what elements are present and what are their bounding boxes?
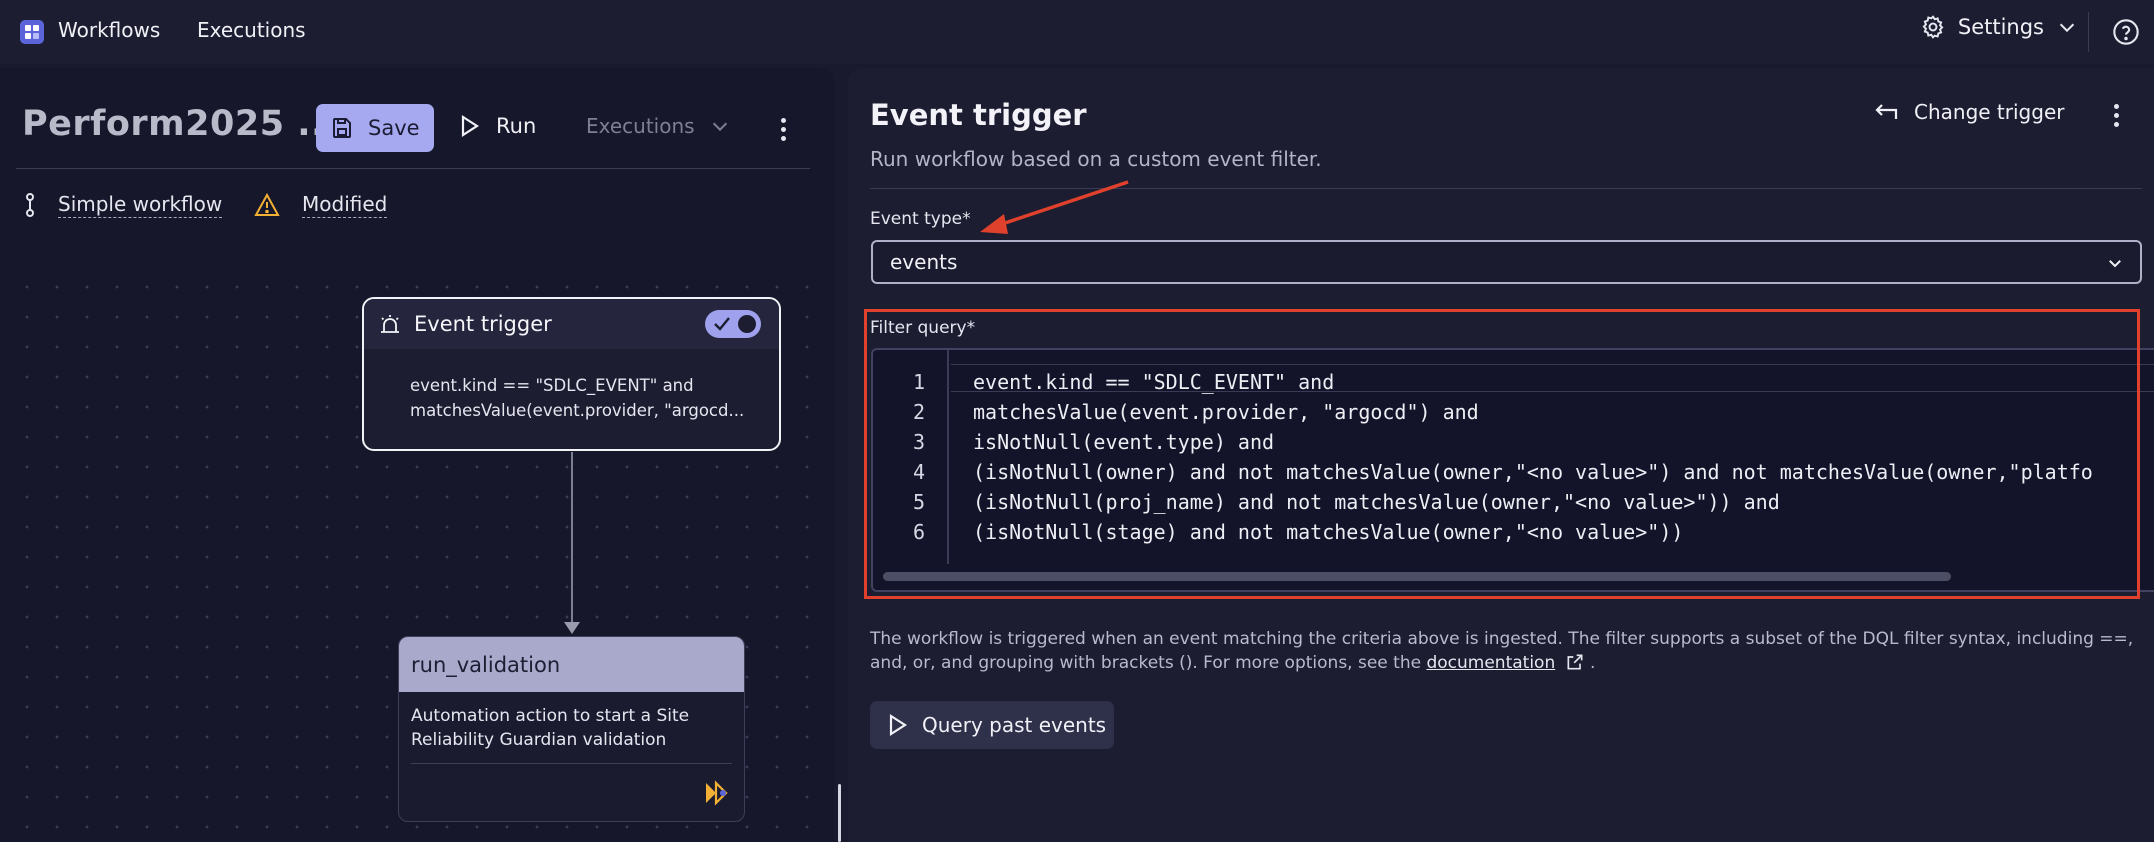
play-icon [889,714,908,736]
more-options-icon[interactable] [2113,104,2119,130]
connector-arrowhead [564,622,580,634]
workflow-type-icon [26,193,34,217]
save-button[interactable]: Save [316,104,434,152]
annotation-arrow-icon [980,180,1129,234]
workflow-type-label: Simple workflow [58,192,223,218]
help-icon[interactable] [2112,18,2140,46]
help-text-end: . [1590,653,1596,673]
play-icon [461,115,480,137]
warning-icon [254,193,280,216]
executions-dropdown[interactable]: Executions [586,114,731,138]
modified-label: Modified [302,192,388,218]
panel-resize-handle[interactable] [838,784,841,842]
top-bar: Workflows Executions Settings [0,0,2154,64]
executions-label: Executions [586,114,695,138]
description-line: Reliability Guardian validation [411,730,667,750]
chevron-down-icon [2109,260,2121,268]
event-type-value: events [890,250,958,274]
filter-help-text: The workflow is triggered when an event … [870,627,2142,675]
run-button[interactable]: Run [460,114,536,138]
highlight-annotation-box [864,309,2140,599]
query-past-events-label: Query past events [922,713,1107,737]
event-trigger-node[interactable]: Event trigger event.kind == "SDLC_EVENT"… [362,297,781,451]
workflows-app-icon[interactable] [20,20,44,44]
external-link-icon[interactable] [1565,652,1585,672]
panel-title: Event trigger [870,98,1087,132]
preview-line: matchesValue(event.provider, "argocd... [410,401,745,420]
run-label: Run [496,114,537,138]
change-trigger-button[interactable]: Change trigger [1874,100,2064,124]
workflow-title[interactable]: Perform2025 ... [22,104,339,144]
panel-subtitle: Run workflow based on a custom event fil… [870,147,1322,171]
save-icon [333,118,351,138]
run-validation-node[interactable]: run_validation Automation action to star… [398,636,745,822]
nav-executions[interactable]: Executions [197,18,306,42]
guardian-action-icon [706,780,728,806]
trigger-enabled-toggle[interactable] [705,310,761,338]
divider [411,763,732,764]
nav-workflows[interactable]: Workflows [58,18,160,42]
toggle-knob [738,315,756,333]
description-line: Automation action to start a Site [411,706,690,726]
node-connector [571,452,573,624]
node-title: run_validation [411,652,561,677]
divider [2088,12,2089,52]
divider [16,168,810,169]
event-type-select[interactable]: events [871,240,2142,284]
node-header: run_validation [399,637,744,692]
node-title: Event trigger [414,312,552,336]
change-trigger-label: Change trigger [1914,100,2065,124]
chevron-down-icon [2059,23,2075,33]
node-filter-preview: event.kind == "SDLC_EVENT" and matchesVa… [364,349,779,423]
event-type-label: Event type* [870,209,971,229]
swap-arrow-icon [1875,104,1898,119]
more-options-icon[interactable] [780,118,786,144]
chevron-down-icon [712,122,727,132]
modified-status[interactable]: Modified [254,192,388,218]
checkmark-icon [714,317,730,331]
settings-label: Settings [1957,15,2044,39]
alarm-icon [381,315,399,333]
documentation-link[interactable]: documentation [1426,653,1555,673]
settings-menu[interactable]: Settings [1920,14,2078,40]
save-label: Save [368,116,420,140]
preview-line: event.kind == "SDLC_EVENT" and [410,376,694,395]
node-description: Automation action to start a Site Reliab… [399,692,744,752]
gear-icon [1922,15,1944,39]
workflow-type[interactable]: Simple workflow [24,192,223,218]
query-past-events-button[interactable]: Query past events [870,701,1114,749]
